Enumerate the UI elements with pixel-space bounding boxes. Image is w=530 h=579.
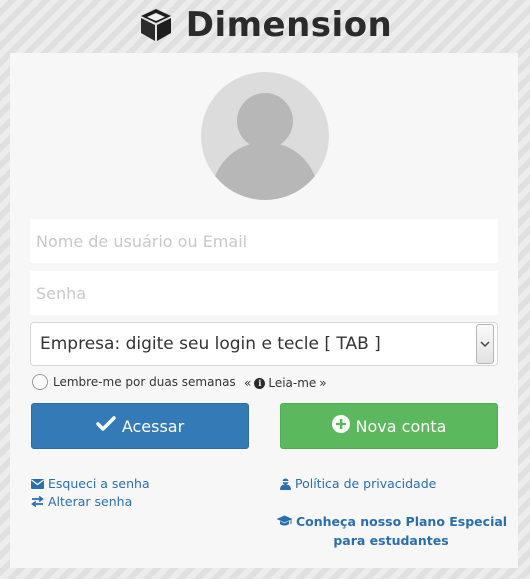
read-me-link[interactable]: « i Leia-me » [244, 373, 327, 393]
user-avatar-icon [201, 72, 329, 200]
plus-circle-icon [331, 415, 350, 437]
read-me-suffix: » [319, 376, 327, 390]
cube-icon [138, 7, 174, 43]
change-password-link[interactable]: Alterar senha [31, 494, 132, 509]
company-select-value: Empresa: digite seu login e tecle [ TAB … [40, 334, 381, 354]
remember-me-radio[interactable] [32, 374, 48, 390]
password-input[interactable] [30, 271, 498, 315]
privacy-policy-link[interactable]: Política de privacidade [280, 476, 436, 491]
remember-me-label: Lembre-me por duas semanas [53, 375, 236, 389]
forgot-password-label: Esqueci a senha [48, 476, 150, 491]
envelope-icon [31, 478, 44, 489]
brand-title: Dimension [185, 5, 393, 45]
exchange-icon [31, 496, 44, 507]
user-secret-icon [280, 478, 291, 490]
student-plan-text1: Conheça nosso Plano Especial [296, 514, 508, 529]
chevron-down-icon[interactable] [476, 324, 494, 364]
access-button-label: Acessar [121, 416, 185, 436]
app-header: Dimension [0, 0, 530, 50]
username-input[interactable] [30, 219, 498, 263]
graduation-cap-icon [276, 514, 293, 532]
read-me-label: Leia-me [268, 376, 317, 390]
access-button[interactable]: Acessar [31, 403, 249, 449]
info-icon: i [254, 377, 266, 389]
check-icon [96, 416, 116, 436]
forgot-password-link[interactable]: Esqueci a senha [31, 476, 150, 491]
student-plan-link[interactable]: Conheça nosso Plano Especial para estuda… [276, 513, 508, 550]
login-card: Empresa: digite seu login e tecle [ TAB … [10, 53, 518, 568]
student-plan-text2: para estudantes [333, 532, 449, 548]
change-password-label: Alterar senha [48, 494, 133, 509]
new-account-button[interactable]: Nova conta [280, 403, 498, 449]
company-select[interactable]: Empresa: digite seu login e tecle [ TAB … [30, 322, 498, 366]
remember-me[interactable]: Lembre-me por duas semanas [32, 372, 236, 392]
new-account-button-label: Nova conta [355, 416, 447, 436]
read-me-prefix: « [244, 376, 252, 390]
privacy-policy-label: Política de privacidade [295, 476, 437, 491]
student-plan-line1: Conheça nosso Plano Especial [276, 513, 508, 532]
